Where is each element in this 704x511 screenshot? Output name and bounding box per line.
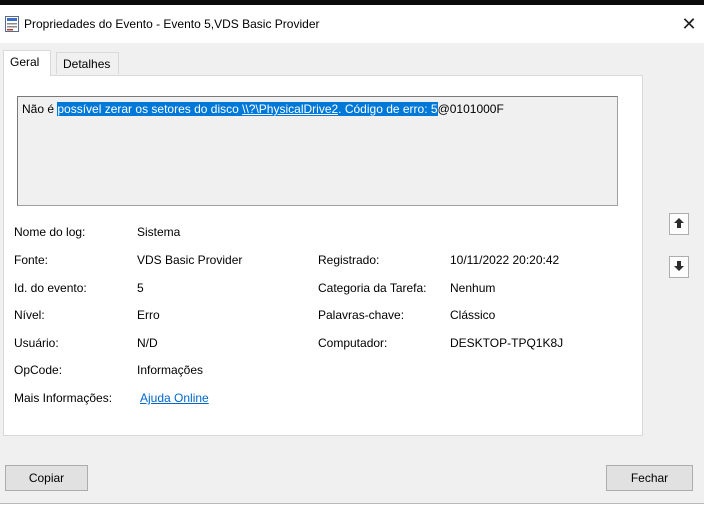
event-description-text: Não é possível zerar os setores do disco… bbox=[22, 102, 504, 116]
source-value: VDS Basic Provider bbox=[137, 253, 243, 267]
source-label: Fonte: bbox=[14, 253, 49, 267]
log-name-value: Sistema bbox=[137, 225, 181, 239]
desc-part-1: Não é bbox=[22, 102, 58, 116]
desc-part-3: \\?\PhysicalDrive2 bbox=[242, 102, 339, 116]
online-help-link[interactable]: Ajuda Online bbox=[140, 391, 209, 405]
desc-part-4: . Código de erro: 5 bbox=[338, 102, 438, 116]
arrow-down-icon bbox=[673, 260, 685, 275]
level-value: Erro bbox=[137, 308, 160, 322]
next-event-button[interactable] bbox=[669, 256, 689, 278]
event-id-value: 5 bbox=[137, 281, 144, 295]
computer-value: DESKTOP-TPQ1K8J bbox=[450, 336, 564, 350]
log-name-label: Nome do log: bbox=[14, 225, 86, 239]
logged-label: Registrado: bbox=[318, 253, 380, 267]
title-bar: Propriedades do Evento - Evento 5,VDS Ba… bbox=[0, 5, 704, 43]
keywords-label: Palavras-chave: bbox=[318, 308, 405, 322]
copy-button[interactable]: Copiar bbox=[5, 465, 88, 491]
general-tab-panel: Não é possível zerar os setores do disco… bbox=[3, 75, 643, 436]
previous-event-button[interactable] bbox=[669, 213, 689, 235]
opcode-label: OpCode: bbox=[14, 363, 63, 377]
desc-part-5: @0101000F bbox=[437, 102, 504, 116]
user-value: N/D bbox=[137, 336, 158, 350]
arrow-up-icon bbox=[673, 217, 685, 232]
tab-detalhes[interactable]: Detalhes bbox=[56, 52, 119, 74]
close-button[interactable]: Fechar bbox=[606, 465, 693, 491]
user-label: Usuário: bbox=[14, 336, 59, 350]
keywords-value: Clássico bbox=[450, 308, 496, 322]
window-title: Propriedades do Evento - Evento 5,VDS Ba… bbox=[24, 17, 320, 31]
event-properties-icon bbox=[5, 16, 19, 32]
copy-button-label: Copiar bbox=[28, 471, 65, 485]
opcode-value: Informações bbox=[137, 363, 204, 377]
task-category-label: Categoria da Tarefa: bbox=[318, 281, 427, 295]
tab-detalhes-label: Detalhes bbox=[63, 57, 111, 71]
level-label: Nível: bbox=[14, 308, 45, 322]
close-button-label: Fechar bbox=[630, 471, 669, 485]
close-icon: ✕ bbox=[681, 13, 697, 34]
event-id-label: Id. do evento: bbox=[14, 281, 87, 295]
event-description-box[interactable]: Não é possível zerar os setores do disco… bbox=[17, 96, 618, 206]
logged-value: 10/11/2022 20:20:42 bbox=[450, 253, 560, 267]
tab-geral[interactable]: Geral bbox=[3, 50, 51, 76]
tab-geral-label: Geral bbox=[10, 55, 40, 69]
close-window-button[interactable]: ✕ bbox=[674, 5, 704, 43]
computer-label: Computador: bbox=[318, 336, 388, 350]
more-info-label: Mais Informações: bbox=[14, 391, 113, 405]
task-category-value: Nenhum bbox=[450, 281, 496, 295]
desc-part-2: possível zerar os setores do disco bbox=[57, 102, 243, 116]
